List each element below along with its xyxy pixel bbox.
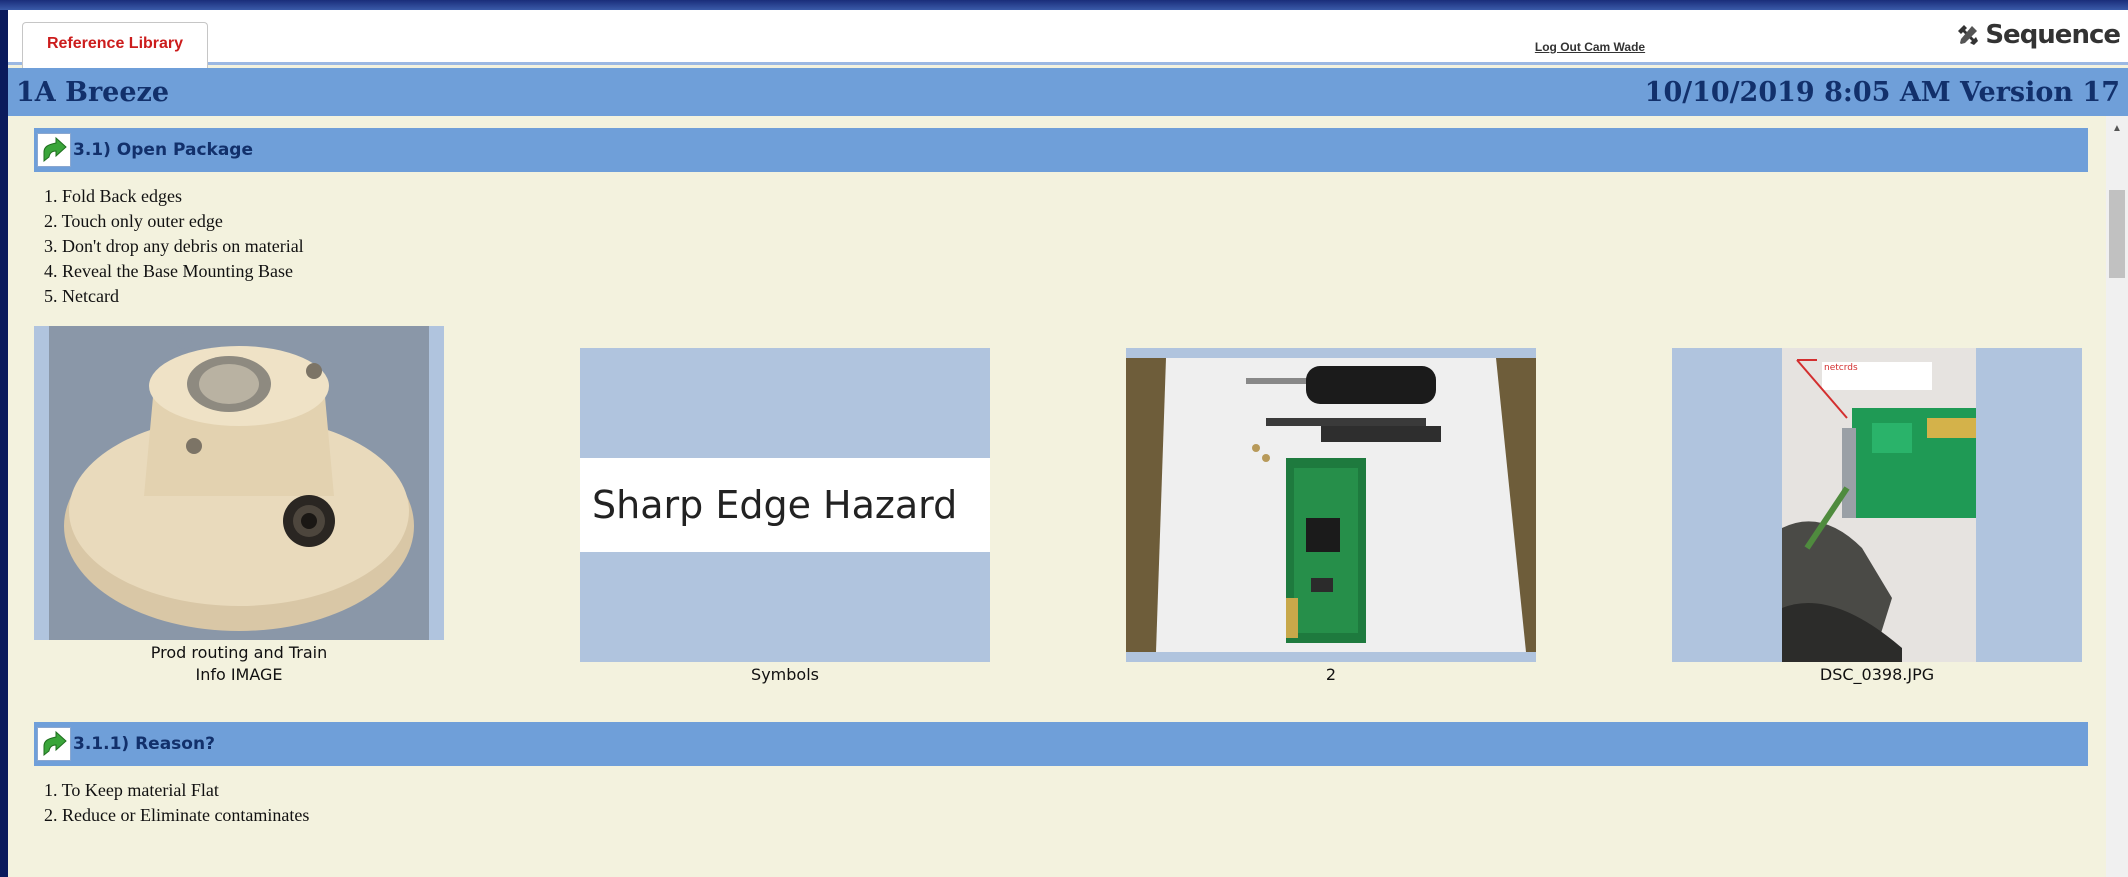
image-netcard-install[interactable]: netcrds [1672,348,2082,662]
tools-icon [1958,25,1979,45]
list-item: 4. Reveal the Base Mounting Base [44,261,293,281]
scrollbar-thumb[interactable] [2109,190,2125,278]
hazard-banner: Sharp Edge Hazard [580,458,990,552]
netcard-install-photo: netcrds [1782,348,1976,662]
hazard-text: Sharp Edge Hazard [592,483,958,527]
app-window: Reference Library Log Out Cam Wade Seque… [8,10,2128,877]
document-title: 1A Breeze [16,76,170,108]
image-caption: 2 [1325,665,1337,684]
netcard-and-screwdriver-photo [1126,358,1536,652]
document-titlebar: 1A Breeze 10/10/2019 8:05 AM Version 17 [8,68,2128,116]
mounting-base-photo [49,326,429,640]
list-item: 1. Fold Back edges [44,186,182,206]
section-header-reason[interactable]: 3.1.1) Reason? [34,722,2088,766]
tab-reference-library[interactable]: Reference Library [22,22,208,68]
list-item: 1. To Keep material Flat [44,780,219,800]
caption-line: Prod routing and Train [150,643,328,662]
step-list: 1. To Keep material Flat 2. Reduce or El… [44,778,309,828]
list-item: 3. Don't drop any debris on material [44,236,304,256]
caption-line: Info IMAGE [195,665,283,684]
logout-link[interactable]: Log Out Cam Wade [1490,40,1690,54]
section-title: 3.1) Open Package [73,140,254,160]
green-arrow-icon[interactable] [37,133,71,167]
document-content: 3.1) Open Package 1. Fold Back edges 2. … [8,116,2098,877]
document-timestamp-version: 10/10/2019 8:05 AM Version 17 [1644,76,2120,108]
brand-logo: Sequence [1957,20,2121,50]
image-caption: Prod routing and Train Info IMAGE [34,642,444,686]
image-netcard-screwdriver[interactable] [1126,348,1536,662]
app-header: Reference Library Log Out Cam Wade Seque… [8,10,2128,68]
green-arrow-icon[interactable] [37,727,71,761]
list-item: 2. Reduce or Eliminate contaminates [44,805,310,825]
list-item: 5. Netcard [44,286,119,306]
list-item: 2. Touch only outer edge [44,211,223,231]
section-header-open-package[interactable]: 3.1) Open Package [34,128,2088,172]
scroll-up-arrow-icon[interactable]: ▲ [2106,120,2128,136]
image-caption: DSC_0398.JPG [1819,665,1935,684]
brand-name: Sequence [1985,20,2121,50]
desktop-top-edge [0,0,2128,10]
vertical-scrollbar[interactable]: ▲ [2106,116,2128,877]
step-list: 1. Fold Back edges 2. Touch only outer e… [44,184,304,309]
section-title: 3.1.1) Reason? [73,734,215,754]
photo-annotation: netcrds [1824,363,1858,373]
image-mounting-base[interactable] [34,326,444,640]
image-hazard-symbol[interactable]: Sharp Edge Hazard [580,348,990,662]
image-caption: Symbols [751,665,819,684]
